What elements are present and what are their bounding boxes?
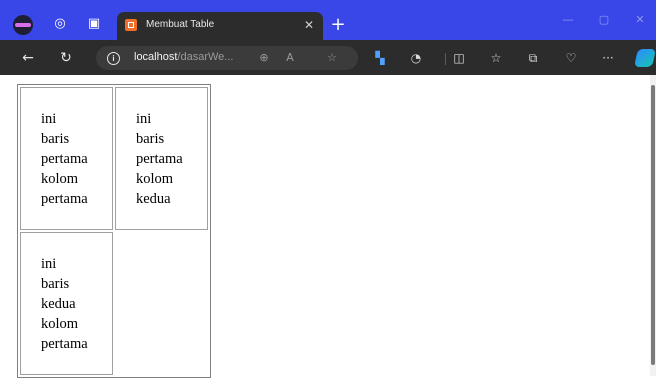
tab-membuat-table[interactable]: Membuat Table ✕	[117, 12, 323, 40]
table-cell: ini baris kedua kolom pertama	[20, 232, 113, 375]
collections-icon[interactable]: ⧉	[525, 50, 541, 66]
site-info-icon[interactable]: i	[107, 52, 120, 65]
workspaces-icon[interactable]: ◎	[52, 16, 68, 32]
browser-toolbar: ← ↻ i localhost/dasarWe... ⊕ A ☆ ▚ ◔ ◫ ☆…	[0, 40, 656, 75]
table-cell: ini baris pertama kolom pertama	[20, 87, 113, 230]
url-path: /dasarWe...	[177, 51, 234, 63]
url-text[interactable]: localhost/dasarWe...	[134, 51, 233, 63]
minimize-icon[interactable]: —	[558, 12, 578, 28]
maximize-icon[interactable]: ▢	[594, 12, 614, 28]
zoom-icon[interactable]: ⊕	[256, 50, 272, 66]
new-tab-icon[interactable]: +	[330, 16, 346, 34]
copilot-icon[interactable]	[634, 49, 656, 67]
refresh-icon[interactable]: ↻	[57, 49, 75, 67]
split-screen-icon[interactable]: ◫	[451, 50, 467, 66]
demo-table: ini baris pertama kolom pertama ini bari…	[17, 84, 211, 378]
address-bar[interactable]: i localhost/dasarWe... ⊕ A ☆	[96, 46, 358, 70]
more-icon[interactable]: ···	[600, 50, 616, 66]
title-bar: ◎ ▣ Membuat Table ✕ + — ▢ ✕	[0, 0, 656, 40]
extension-icon[interactable]: ▚	[372, 50, 388, 66]
profile-icon[interactable]	[13, 15, 33, 35]
close-window-icon[interactable]: ✕	[630, 12, 650, 28]
read-aloud-icon[interactable]: A	[282, 50, 298, 66]
browser-essentials-icon[interactable]: ♡	[563, 50, 579, 66]
favorites-icon[interactable]: ☆	[488, 50, 504, 66]
back-icon[interactable]: ←	[19, 49, 37, 67]
tab-title: Membuat Table	[146, 19, 215, 30]
scroll-thumb[interactable]	[651, 85, 655, 365]
vertical-scrollbar[interactable]	[650, 75, 656, 376]
close-icon[interactable]: ✕	[301, 17, 317, 33]
page-content: ini baris pertama kolom pertama ini bari…	[0, 75, 650, 378]
favorite-star-icon[interactable]: ☆	[324, 50, 340, 66]
table-cell: ini baris pertama kolom kedua	[115, 87, 208, 230]
tab-actions-icon[interactable]: ▣	[86, 16, 102, 32]
table-cell-empty	[115, 232, 208, 375]
toolbar-separator	[445, 53, 446, 65]
favicon-icon	[125, 19, 137, 31]
table-row: ini baris kedua kolom pertama	[20, 232, 208, 375]
table-row: ini baris pertama kolom pertama ini bari…	[20, 87, 208, 230]
performance-icon[interactable]: ◔	[408, 50, 424, 66]
url-host: localhost	[134, 51, 178, 63]
